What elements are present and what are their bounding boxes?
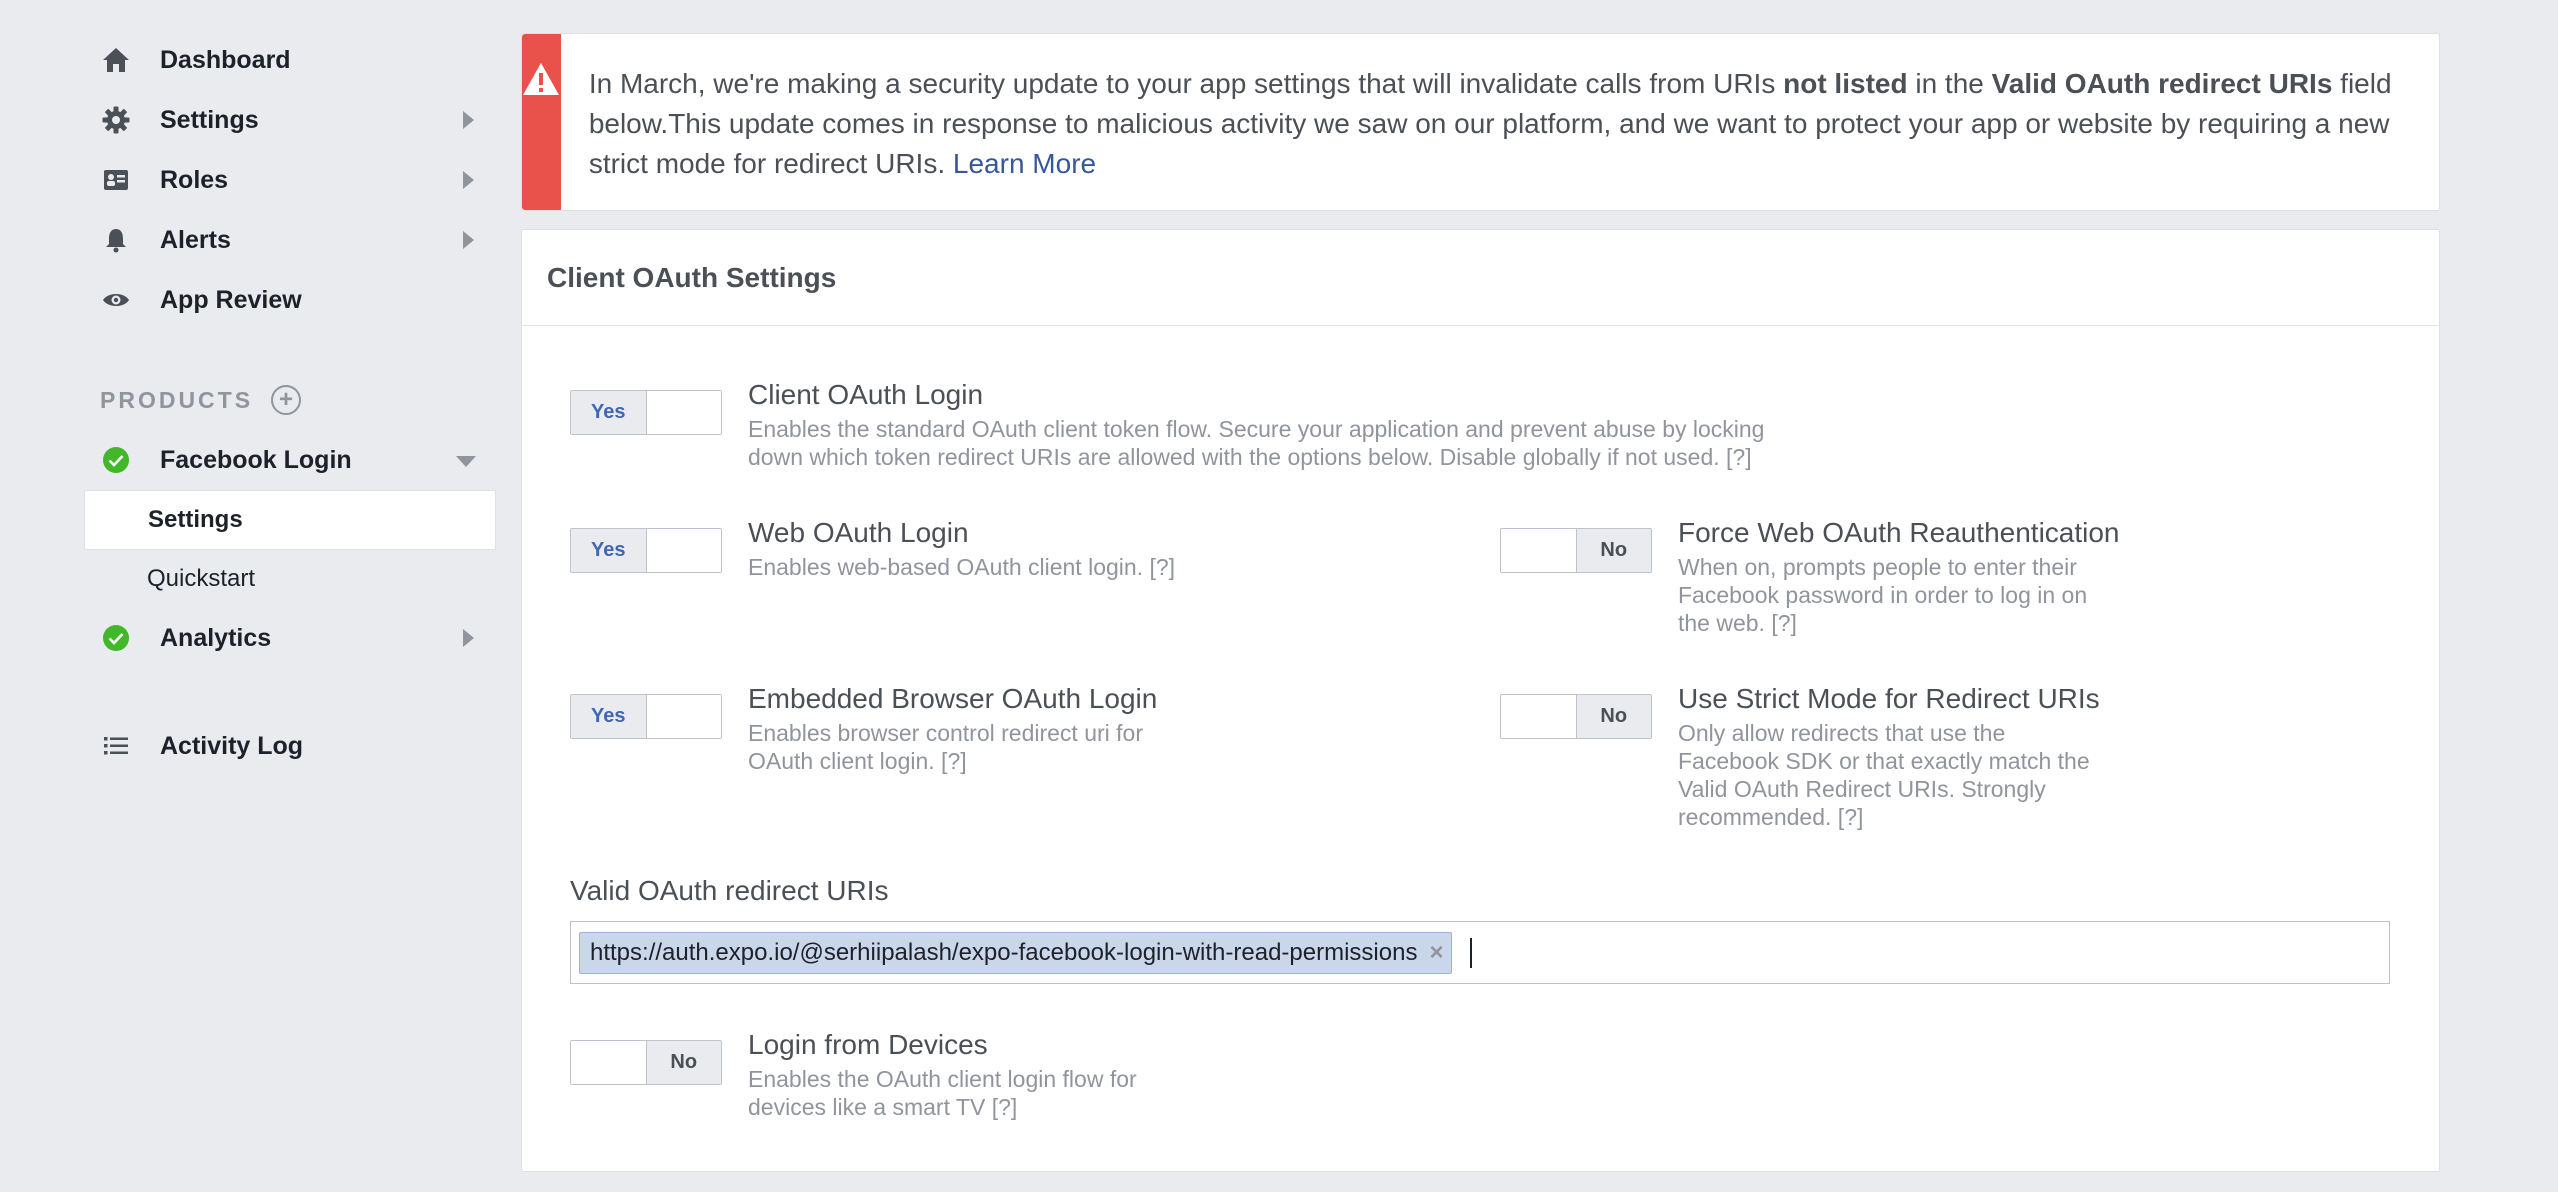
setting-client-oauth-login: Yes Client OAuth Login Enables the stand… [570,379,1765,471]
sidebar-item-analytics[interactable]: Analytics [84,608,496,668]
chevron-right-icon[interactable] [463,231,474,249]
sidebar-item-alerts[interactable]: Alerts [84,210,496,270]
setting-login-from-devices: No Login from Devices Enables the OAuth … [570,1029,1137,1121]
toggle-blank [646,391,721,434]
setting-title: Login from Devices [748,1029,988,1060]
sidebar-item-label: Analytics [160,623,272,652]
client-oauth-settings-panel: Client OAuth Settings Yes Client OAuth L… [521,229,2440,1172]
setting-description: Only allow redirects that use the Facebo… [1678,720,2090,830]
setting-title: Web OAuth Login [748,517,969,548]
toggle-value: Yes [571,529,647,572]
toggle-value: No [645,1041,721,1084]
chevron-right-icon[interactable] [463,171,474,189]
toggle-value: No [1575,529,1651,572]
chevron-down-icon[interactable] [456,456,476,467]
alert-message: In March, we're making a security update… [588,68,2392,179]
setting-description: Enables web-based OAuth client login. [?… [748,554,1176,580]
redirect-uris-input[interactable]: https://auth.expo.io/@serhiipalash/expo-… [570,921,2390,984]
toggle-blank [646,695,721,738]
panel-title: Client OAuth Settings [522,230,2439,326]
sidebar-subitem-settings[interactable]: Settings [84,490,496,550]
embedded-browser-toggle[interactable]: Yes [570,694,722,739]
sidebar-item-settings[interactable]: Settings [84,90,496,150]
uri-token-text: https://auth.expo.io/@serhiipalash/expo-… [590,938,1418,966]
check-circle-icon [100,622,132,654]
setting-description: Enables browser control redirect uri for… [748,720,1143,774]
check-icon [103,625,129,651]
client-oauth-login-toggle[interactable]: Yes [570,390,722,435]
setting-description: Enables the standard OAuth client token … [748,416,1765,470]
toggle-value: No [1575,695,1651,738]
remove-token-icon[interactable]: × [1429,939,1443,967]
setting-title: Force Web OAuth Reauthentication [1678,517,2120,548]
toggle-value: Yes [571,695,647,738]
sidebar-item-label: App Review [160,285,302,314]
home-icon [100,44,132,76]
eye-icon [100,284,132,316]
setting-description: When on, prompts people to enter their F… [1678,554,2088,636]
sidebar-item-dashboard[interactable]: Dashboard [84,30,496,90]
force-reauth-toggle[interactable]: No [1500,528,1652,573]
products-header: PRODUCTS + [84,370,496,430]
gear-icon [100,104,132,136]
sidebar-item-label: Roles [160,165,229,194]
learn-more-link[interactable]: Learn More [953,148,1096,179]
toggle-blank [1501,529,1576,572]
id-card-icon [100,164,132,196]
check-circle-icon [100,444,132,476]
sidebar-item-app-review[interactable]: App Review [84,270,496,330]
toggle-blank [571,1041,646,1084]
check-icon [103,447,129,473]
setting-title: Client OAuth Login [748,379,984,410]
products-label: PRODUCTS [100,386,254,413]
strict-mode-toggle[interactable]: No [1500,694,1652,739]
setting-web-oauth-login: Yes Web OAuth Login Enables web-based OA… [570,517,1176,581]
chevron-right-icon[interactable] [463,629,474,647]
uri-token: https://auth.expo.io/@serhiipalash/expo-… [579,931,1453,974]
sidebar-item-label: Alerts [160,225,231,254]
setting-description: Enables the OAuth client login flow for … [748,1066,1137,1120]
setting-force-web-oauth-reauth: No Force Web OAuth Reauthentication When… [1500,517,2120,637]
sidebar-item-roles[interactable]: Roles [84,150,496,210]
chevron-right-icon[interactable] [463,111,474,129]
login-from-devices-toggle[interactable]: No [570,1040,722,1085]
sidebar-item-label: Facebook Login [160,445,352,474]
sidebar-item-label: Settings [160,105,259,134]
redirect-uris-label: Valid OAuth redirect URIs [570,875,889,906]
sidebar-item-facebook-login[interactable]: Facebook Login [84,430,496,490]
warning-icon [522,62,560,210]
toggle-value: Yes [571,391,647,434]
alert-stripe [522,34,561,210]
sidebar-item-activity-log[interactable]: Activity Log [84,716,496,776]
sidebar-item-label: Activity Log [160,731,304,760]
list-icon [100,730,132,762]
sidebar-subitem-quickstart[interactable]: Quickstart [84,550,496,608]
setting-embedded-browser-oauth-login: Yes Embedded Browser OAuth Login Enables… [570,683,1157,775]
bell-icon [100,224,132,256]
web-oauth-login-toggle[interactable]: Yes [570,528,722,573]
add-product-icon[interactable]: + [271,385,302,415]
text-cursor [1470,937,1473,968]
sidebar: Dashboard Settings Roles Alerts App Revi… [84,30,496,776]
setting-strict-mode-redirect-uris: No Use Strict Mode for Redirect URIs Onl… [1500,683,2100,831]
sidebar-item-label: Dashboard [160,45,291,74]
security-alert-banner: In March, we're making a security update… [521,33,2440,211]
setting-title: Embedded Browser OAuth Login [748,683,1158,714]
setting-title: Use Strict Mode for Redirect URIs [1678,683,2100,714]
toggle-blank [646,529,721,572]
toggle-blank [1501,695,1576,738]
